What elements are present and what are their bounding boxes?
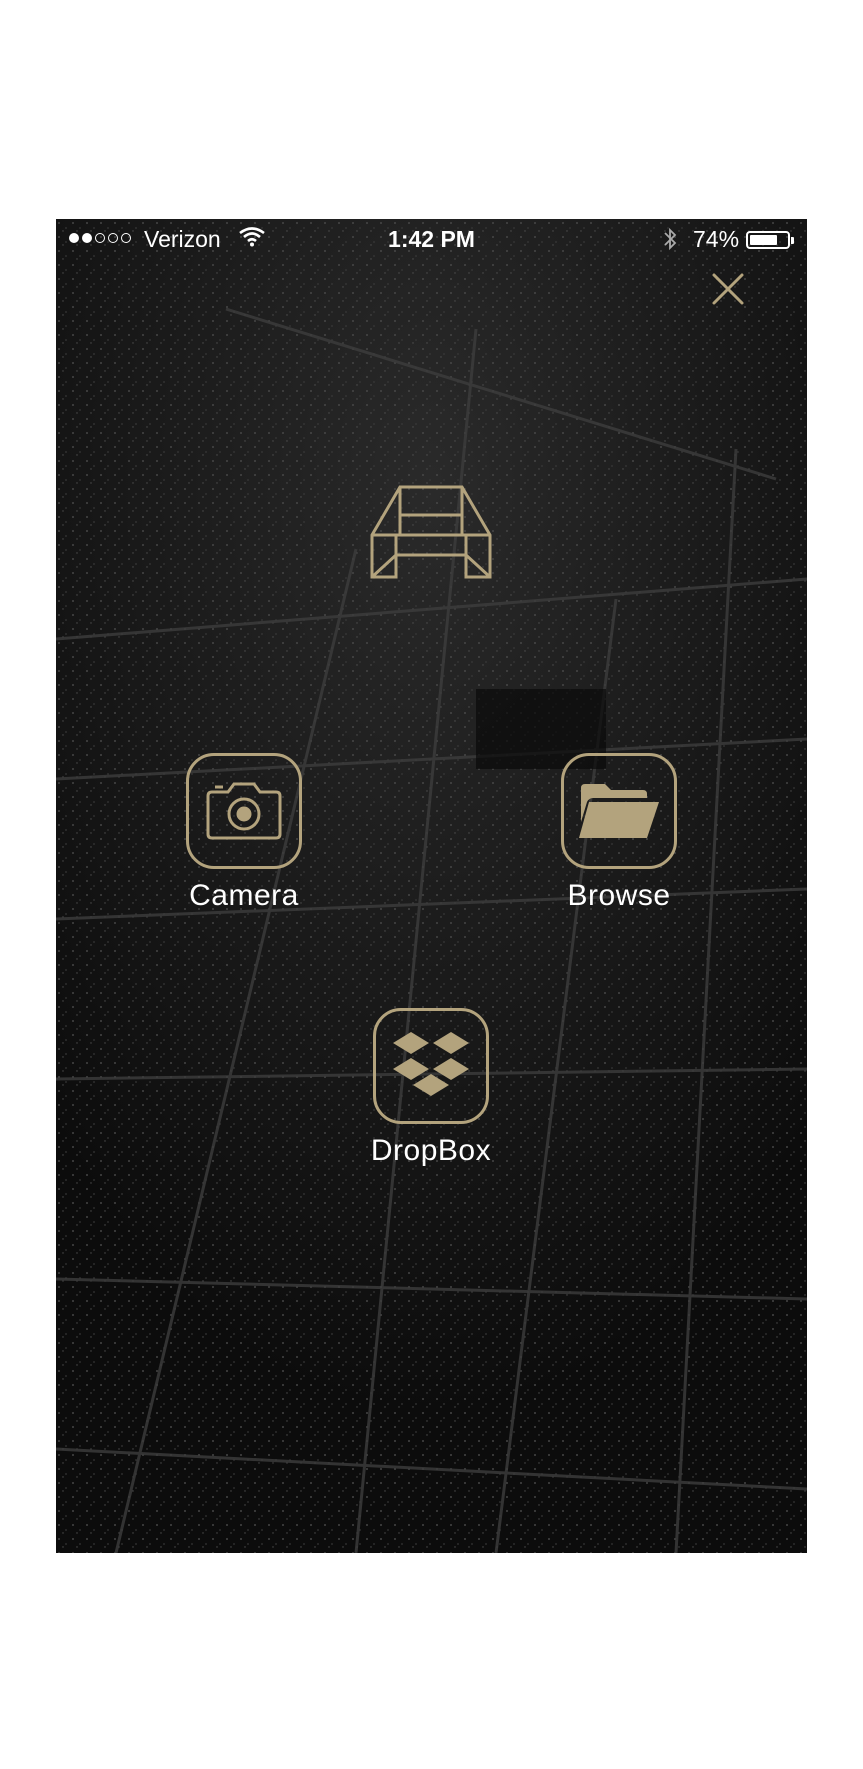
camera-tile[interactable] bbox=[186, 753, 302, 869]
dropbox-icon bbox=[393, 1032, 469, 1096]
dropbox-tile[interactable] bbox=[373, 1008, 489, 1124]
camera-button[interactable]: Camera bbox=[164, 753, 324, 913]
browse-tile[interactable] bbox=[561, 753, 677, 869]
camera-icon bbox=[206, 782, 282, 840]
browse-button[interactable]: Browse bbox=[539, 753, 699, 913]
dropbox-button[interactable]: DropBox bbox=[351, 1008, 511, 1168]
status-bar: Verizon 1:42 PM 74% bbox=[56, 219, 807, 259]
battery-tip bbox=[791, 237, 794, 244]
battery-level bbox=[750, 235, 777, 245]
battery-percentage: 74% bbox=[693, 226, 740, 252]
browse-label: Browse bbox=[567, 879, 671, 912]
dropbox-label: DropBox bbox=[370, 1134, 492, 1167]
close-icon[interactable] bbox=[710, 271, 746, 307]
battery-icon bbox=[746, 231, 790, 249]
bluetooth-icon bbox=[664, 227, 677, 251]
folder-icon bbox=[579, 784, 659, 838]
phone-screen: Verizon 1:42 PM 74% Camera Browse DropBo… bbox=[56, 219, 807, 1553]
app-logo-icon bbox=[370, 485, 492, 579]
camera-label: Camera bbox=[189, 879, 299, 912]
